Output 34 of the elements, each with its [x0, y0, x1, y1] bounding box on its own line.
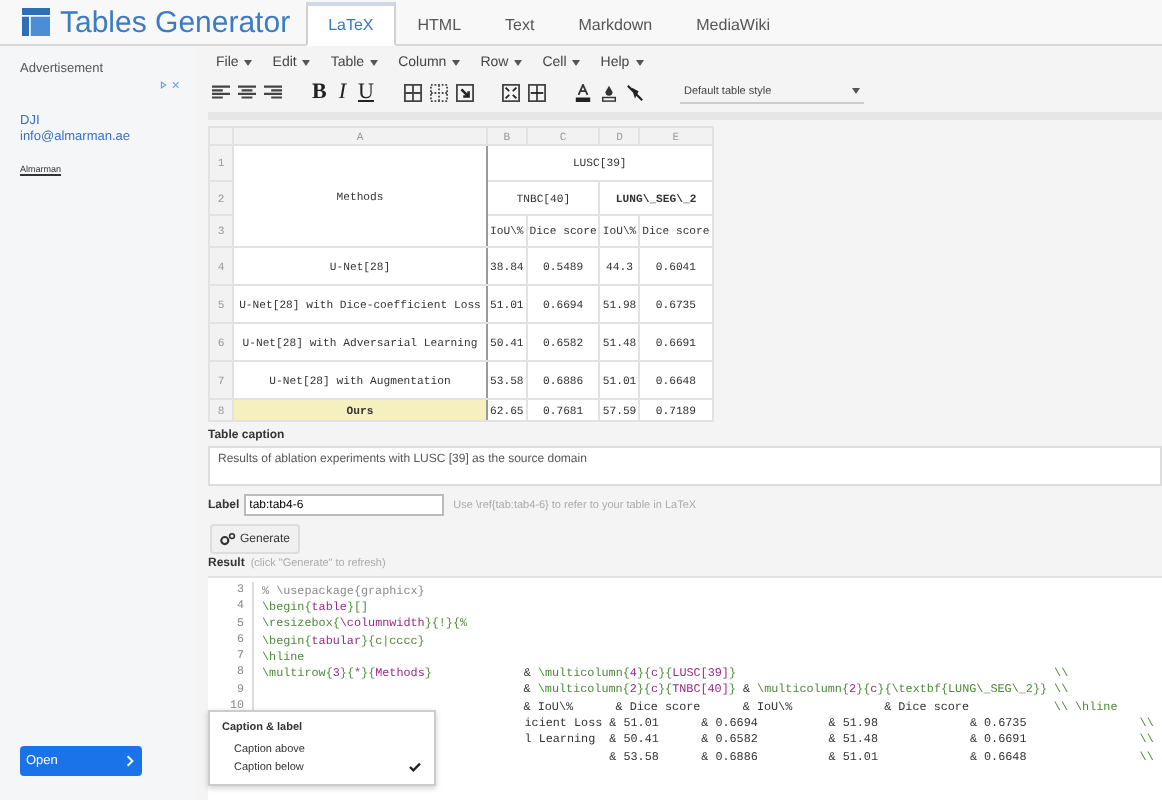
table-logo-icon — [20, 8, 52, 36]
caret-icon — [572, 60, 581, 66]
corner-cell[interactable] — [209, 127, 233, 145]
caret-icon — [452, 60, 461, 66]
align-center-icon[interactable] — [238, 83, 256, 101]
chevron-right-icon — [126, 754, 134, 768]
format-tab[interactable]: Text — [483, 2, 557, 46]
merge-cells-icon[interactable] — [501, 83, 520, 101]
caret-icon — [370, 60, 379, 66]
caret-icon — [514, 60, 523, 66]
clear-format-icon[interactable] — [625, 83, 644, 101]
all-borders-icon[interactable] — [403, 83, 422, 101]
dotted-borders-icon[interactable] — [429, 83, 448, 101]
format-tab[interactable]: Markdown — [556, 2, 675, 46]
app-title: Tables Generator — [60, 5, 291, 39]
caret-icon — [244, 60, 253, 66]
fill-color-icon[interactable] — [599, 83, 618, 101]
caret-icon — [851, 88, 860, 94]
box-arrow-icon[interactable] — [455, 83, 474, 101]
code-editor[interactable] — [208, 576, 1162, 800]
split-cells-icon[interactable] — [527, 83, 546, 101]
gears-icon — [220, 532, 236, 546]
format-tab[interactable]: HTML — [395, 2, 484, 46]
format-tab[interactable]: MediaWiki — [674, 2, 793, 46]
ad-choices-icon[interactable] — [160, 80, 180, 90]
align-left-icon[interactable] — [212, 83, 230, 101]
bold-button[interactable]: B — [310, 80, 329, 104]
align-right-icon[interactable] — [264, 83, 282, 101]
underline-button[interactable]: U — [356, 80, 376, 104]
italic-button[interactable]: I — [336, 80, 349, 104]
caret-icon — [302, 60, 311, 66]
format-tab[interactable]: LaTeX — [306, 2, 396, 46]
text-color-icon[interactable] — [573, 83, 592, 101]
caret-icon — [635, 60, 644, 66]
